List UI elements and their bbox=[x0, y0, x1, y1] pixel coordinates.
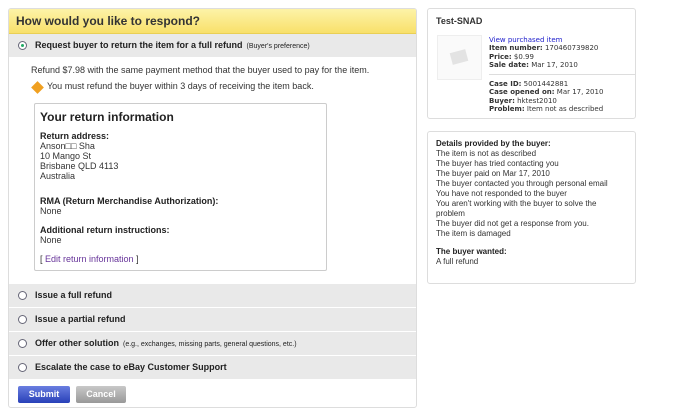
case-id: Case ID: 5001442881 bbox=[489, 80, 569, 89]
address-line: Brisbane QLD 4113 bbox=[40, 161, 119, 171]
option-label: Issue a full refund bbox=[35, 290, 113, 300]
cancel-button[interactable]: Cancel bbox=[76, 386, 126, 403]
submit-button[interactable]: Submit bbox=[18, 386, 70, 403]
buyer: Buyer: hktest2010 bbox=[489, 96, 557, 105]
option-label: Offer other solution bbox=[35, 338, 119, 348]
detail-line: You have not responded to the buyer bbox=[436, 189, 567, 198]
view-item-link[interactable]: View purchased item bbox=[489, 36, 562, 44]
rma-value: None bbox=[40, 206, 62, 216]
option-label: Request buyer to return the item for a f… bbox=[35, 40, 243, 50]
warning-line: You must refund the buyer within 3 days … bbox=[31, 80, 416, 94]
address-label: Return address: bbox=[40, 131, 110, 141]
radio-icon[interactable] bbox=[18, 339, 27, 348]
detail-line: The item is not as described bbox=[436, 149, 537, 158]
detail-line: The buyer has tried contacting you bbox=[436, 159, 559, 168]
item-summary: Test-SNAD View purchased item Item numbe… bbox=[427, 8, 636, 119]
detail-line: The buyer did not get a response from yo… bbox=[436, 219, 589, 228]
option-label: Issue a partial refund bbox=[35, 314, 126, 324]
rma-label: RMA (Return Merchandise Authorization): bbox=[40, 196, 219, 206]
warning-text: You must refund the buyer within 3 days … bbox=[47, 81, 314, 91]
refund-text: Refund $7.98 with the same payment metho… bbox=[31, 65, 370, 75]
radio-selected-icon[interactable] bbox=[18, 41, 27, 50]
warning-icon bbox=[31, 80, 44, 94]
address-line: Australia bbox=[40, 171, 76, 181]
option-note: (Buyer's preference) bbox=[246, 43, 310, 50]
option-escalate[interactable]: Escalate the case to eBay Customer Suppo… bbox=[9, 356, 416, 380]
option-note: (e.g., exchanges, missing parts, general… bbox=[123, 341, 297, 348]
item-image-placeholder-icon bbox=[437, 35, 482, 80]
radio-icon[interactable] bbox=[18, 315, 27, 324]
detail-line: The item is damaged bbox=[436, 229, 511, 238]
option-other-solution[interactable]: Offer other solution (e.g., exchanges, mi… bbox=[9, 332, 416, 356]
item-title: Test-SNAD bbox=[436, 16, 483, 26]
detail-line: You aren't working with the buyer to sol… bbox=[436, 199, 597, 218]
panel-title: How would you like to respond? bbox=[9, 9, 416, 34]
detail-line: The buyer contacted you through personal… bbox=[436, 179, 608, 188]
sale-date: Sale date: Mar 17, 2010 bbox=[489, 60, 578, 69]
edit-return-info: [ Edit return information ] bbox=[40, 254, 321, 264]
price: Price: $0.99 bbox=[489, 52, 534, 61]
edit-return-info-link[interactable]: Edit return information bbox=[45, 254, 134, 264]
instructions-value: None bbox=[40, 235, 62, 245]
option-full-refund[interactable]: Issue a full refund bbox=[9, 284, 416, 308]
option-label: Escalate the case to eBay Customer Suppo… bbox=[35, 362, 227, 372]
problem: Problem: Item not as described bbox=[489, 105, 604, 114]
details-title: Details provided by the buyer: bbox=[436, 139, 551, 148]
address-line: 10 Mango St bbox=[40, 151, 92, 161]
address-line: Anson□□ Sha bbox=[40, 141, 95, 151]
instructions-label: Additional return instructions: bbox=[40, 225, 170, 235]
divider bbox=[489, 74, 635, 76]
option-details: Refund $7.98 with the same payment metho… bbox=[9, 58, 416, 284]
respond-panel: How would you like to respond? Request b… bbox=[8, 8, 417, 408]
bracket: ] bbox=[133, 254, 139, 264]
buyer-details: Details provided by the buyer: The item … bbox=[427, 131, 636, 284]
wanted-label: The buyer wanted: bbox=[436, 247, 507, 256]
return-info-title: Your return information bbox=[40, 110, 174, 124]
option-partial-refund[interactable]: Issue a partial refund bbox=[9, 308, 416, 332]
option-return-full-refund[interactable]: Request buyer to return the item for a f… bbox=[9, 34, 416, 58]
wanted-value: A full refund bbox=[436, 257, 479, 266]
item-number: Item number: 170460739820 bbox=[489, 44, 599, 53]
case-opened: Case opened on: Mar 17, 2010 bbox=[489, 88, 604, 97]
radio-icon[interactable] bbox=[18, 363, 27, 372]
radio-icon[interactable] bbox=[18, 291, 27, 300]
return-info-box: Your return information Return address: … bbox=[34, 103, 327, 271]
detail-line: The buyer paid on Mar 17, 2010 bbox=[436, 169, 550, 178]
